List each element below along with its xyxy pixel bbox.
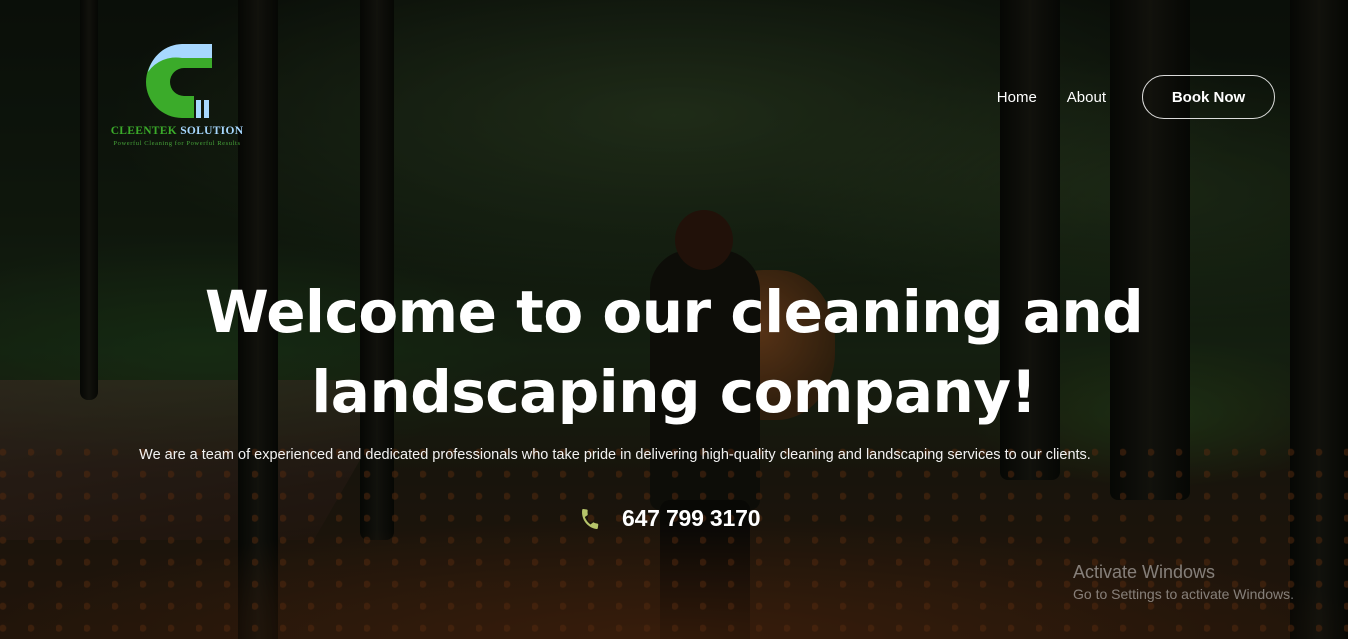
logo-brand-part2: SOLUTION: [180, 125, 244, 137]
nav-home-link[interactable]: Home: [997, 89, 1037, 106]
phone-icon: [582, 508, 599, 529]
watermark-subtitle: Go to Settings to activate Windows.: [1073, 586, 1294, 602]
logo-brand-part1: CLEENTEK: [110, 125, 177, 137]
main-nav: Home About Book Now: [997, 75, 1275, 119]
hero-title-line1: Welcome to our cleaning and: [204, 278, 1144, 346]
book-now-button[interactable]: Book Now: [1142, 75, 1275, 119]
hero-title-line2: landscaping company!: [311, 358, 1037, 426]
logo-mark-icon: [146, 44, 212, 118]
hero-subtitle: We are a team of experienced and dedicat…: [139, 447, 1091, 463]
phone-contact[interactable]: 647 799 3170: [578, 505, 760, 532]
phone-number[interactable]: 647 799 3170: [622, 505, 760, 532]
logo-brand-name: CLEENTEK SOLUTION: [104, 125, 250, 137]
hero-title: Welcome to our cleaning and landscaping …: [0, 272, 1348, 432]
windows-activation-watermark: Activate Windows Go to Settings to activ…: [1073, 562, 1294, 602]
site-logo[interactable]: CLEENTEK SOLUTION Powerful Cleaning for …: [104, 40, 250, 152]
nav-about-link[interactable]: About: [1067, 89, 1106, 106]
watermark-title: Activate Windows: [1073, 562, 1216, 582]
logo-tagline: Powerful Cleaning for Powerful Results: [113, 140, 241, 147]
